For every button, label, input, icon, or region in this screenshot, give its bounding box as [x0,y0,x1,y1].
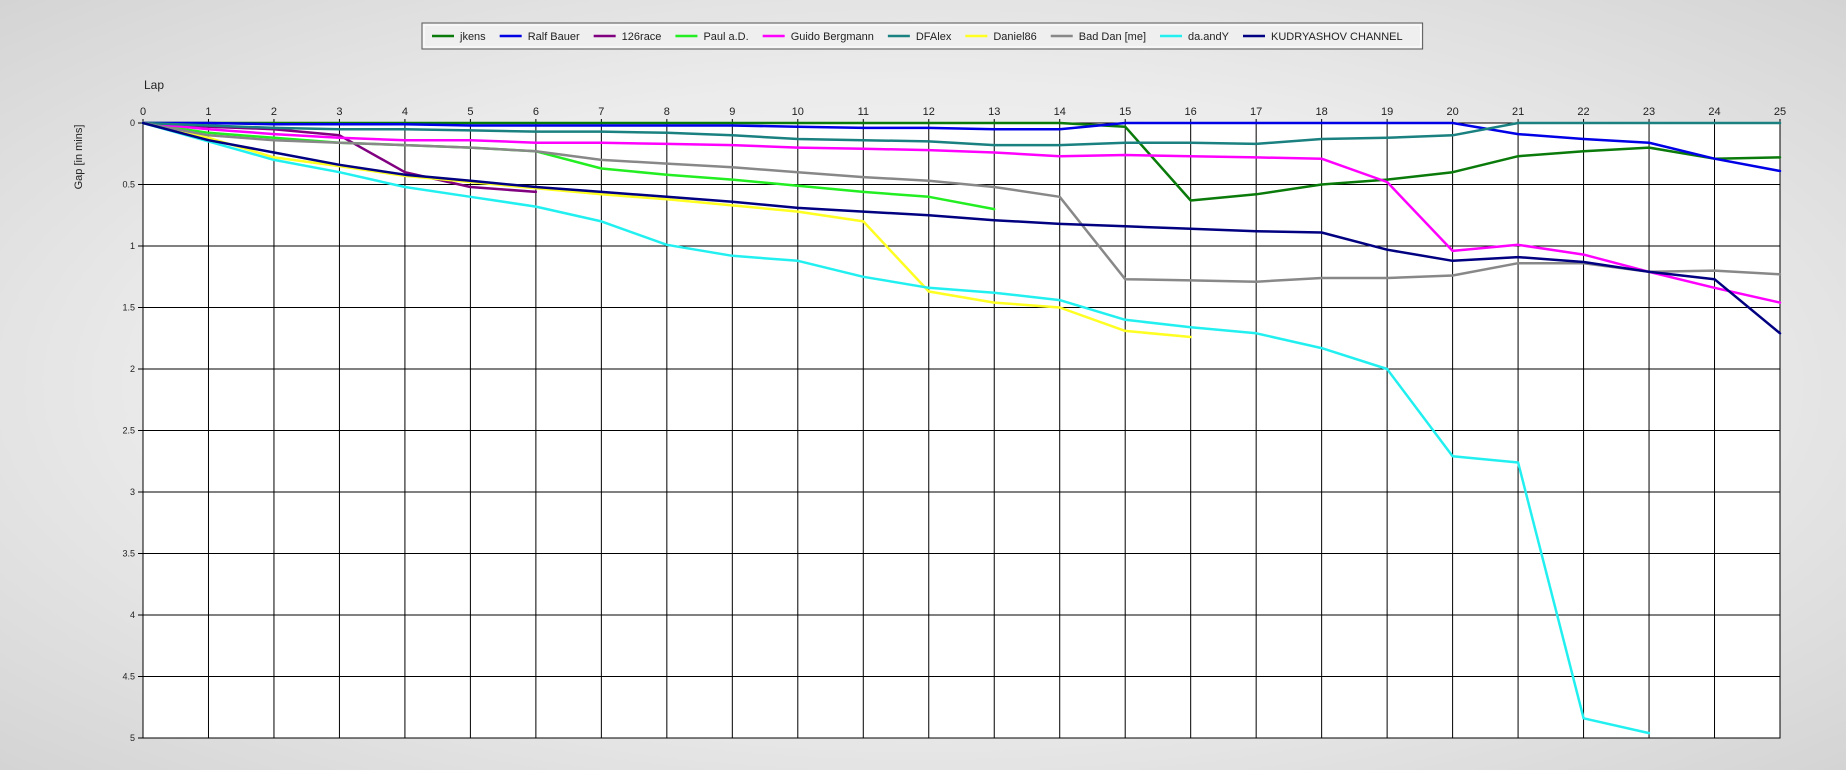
legend-label-bad-dan-me: Bad Dan [me] [1079,31,1146,43]
x-tick-label: 22 [1577,106,1589,118]
x-tick-label: 10 [792,106,804,118]
x-tick-label: 25 [1774,106,1786,118]
x-tick-label: 1 [205,106,211,118]
y-tick-label: 1 [130,241,135,251]
x-tick-label: 21 [1512,106,1524,118]
x-tick-label: 14 [1054,106,1066,118]
legend-label-jkens: jkens [459,31,486,43]
y-tick-label: 4 [130,610,135,620]
x-tick-label: 4 [402,106,408,118]
legend-label-daniel86: Daniel86 [993,31,1036,43]
x-tick-label: 15 [1119,106,1131,118]
legend-label-kudryashov-channel: KUDRYASHOV CHANNEL [1271,31,1403,43]
y-tick-label: 2.5 [122,426,135,436]
y-axis-label: Gap [in mins] [73,125,85,190]
x-tick-label: 7 [598,106,604,118]
legend-label-paul-a-d: Paul a.D. [703,31,748,43]
y-tick-label: 4.5 [122,672,135,682]
x-tick-label: 23 [1643,106,1655,118]
x-tick-label: 20 [1446,106,1458,118]
legend-label-ralf-bauer: Ralf Bauer [528,31,580,43]
legend-label-dfalex: DFAlex [916,31,952,43]
legend: jkens Ralf Bauer 126race Paul a.D. Guido Ber… [421,22,1424,50]
x-tick-label: 3 [336,106,342,118]
x-tick-label: 19 [1381,106,1393,118]
x-tick-label: 0 [140,106,146,118]
x-tick-label: 16 [1185,106,1197,118]
x-tick-label: 12 [923,106,935,118]
legend-label-guido-bergmann: Guido Bergmann [791,31,874,43]
y-tick-label: 2 [130,364,135,374]
x-tick-label: 18 [1316,106,1328,118]
legend-label-126race: 126race [622,31,662,43]
y-tick-label: 0 [130,118,135,128]
legend-label-da-andy: da.andY [1188,31,1230,43]
x-tick-label: 5 [467,106,473,118]
gap-chart: jkens Ralf Bauer 126race Paul a.D. Guido Ber… [73,22,1786,743]
x-tick-label: 24 [1708,106,1720,118]
x-tick-label: 6 [533,106,539,118]
y-tick-label: 5 [130,733,135,743]
x-tick-label: 2 [271,106,277,118]
x-tick-label: 17 [1250,106,1262,118]
y-tick-label: 0.5 [122,180,135,190]
y-tick-label: 1.5 [122,303,135,313]
y-tick-label: 3 [130,487,135,497]
x-tick-label: 8 [664,106,670,118]
x-tick-label: 13 [988,106,1000,118]
x-tick-label: 11 [858,106,869,118]
y-tick-label: 3.5 [122,549,135,559]
x-tick-label: 9 [729,106,735,118]
x-axis-label: Lap [144,78,164,92]
